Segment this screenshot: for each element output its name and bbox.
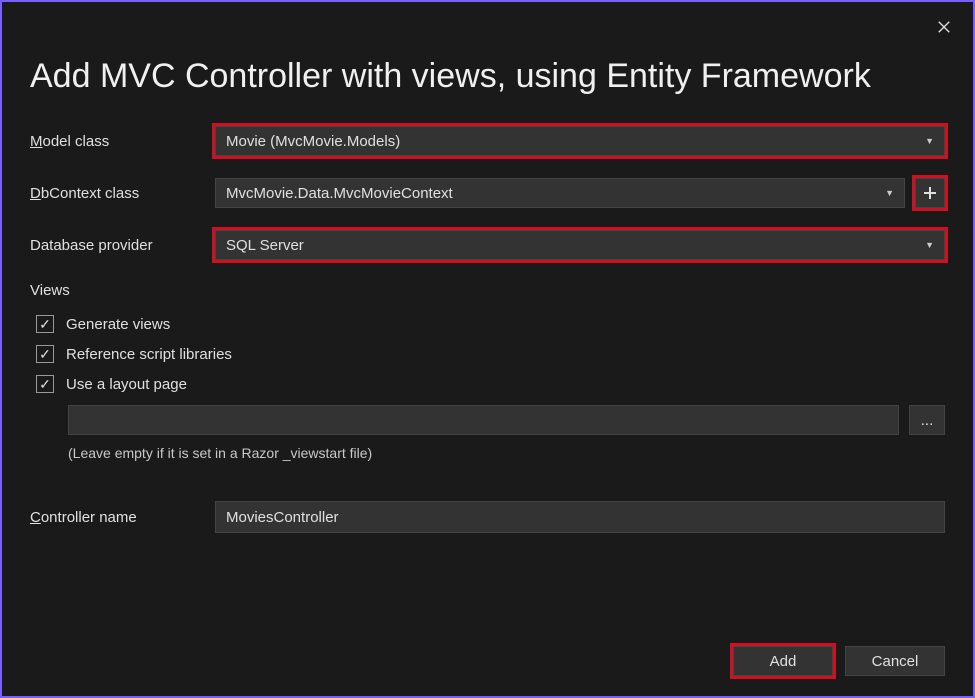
input-controller-name[interactable] [215,501,945,533]
input-layout-path[interactable] [68,405,899,435]
label-reference-libraries[interactable]: Reference script libraries [66,346,232,363]
views-heading: Views [30,282,945,299]
row-controller-name: Controller name [30,501,945,533]
browse-layout-button[interactable]: ... [909,405,945,435]
combo-dbcontext[interactable]: MvcMovie.Data.MvcMovieContext ▼ [215,178,905,208]
layout-hint: (Leave empty if it is set in a Razor _vi… [68,445,945,461]
checkbox-use-layout[interactable] [36,375,54,393]
label-dbcontext: DbContext class [30,185,215,202]
combo-model-class[interactable]: Movie (MvcMovie.Models) ▼ [215,126,945,156]
add-dbcontext-button[interactable] [915,178,945,208]
check-row-generate: Generate views [36,315,945,333]
chevron-down-icon: ▼ [925,136,934,146]
row-dbcontext: DbContext class MvcMovie.Data.MvcMovieCo… [30,178,945,208]
combo-db-provider-value: SQL Server [226,237,304,254]
row-db-provider: Database provider SQL Server ▼ [30,230,945,260]
label-generate-views[interactable]: Generate views [66,316,170,333]
checkbox-generate-views[interactable] [36,315,54,333]
plus-icon [922,185,938,201]
dialog-window: Add MVC Controller with views, using Ent… [0,0,975,698]
combo-model-class-value: Movie (MvcMovie.Models) [226,133,400,150]
combo-dbcontext-value: MvcMovie.Data.MvcMovieContext [226,185,453,202]
close-icon [937,20,951,34]
add-button[interactable]: Add [733,646,833,676]
close-button[interactable] [929,12,959,42]
check-row-reference: Reference script libraries [36,345,945,363]
dialog-footer: Add Cancel [733,646,945,676]
label-model-class: Model class [30,133,215,150]
chevron-down-icon: ▼ [925,240,934,250]
checkbox-reference-libraries[interactable] [36,345,54,363]
chevron-down-icon: ▼ [885,188,894,198]
form-area: Model class Movie (MvcMovie.Models) ▼ Db… [2,126,973,533]
combo-db-provider[interactable]: SQL Server ▼ [215,230,945,260]
row-model-class: Model class Movie (MvcMovie.Models) ▼ [30,126,945,156]
label-use-layout[interactable]: Use a layout page [66,376,187,393]
label-db-provider: Database provider [30,237,215,254]
dialog-title: Add MVC Controller with views, using Ent… [2,2,973,126]
label-controller-name: Controller name [30,509,215,526]
cancel-button[interactable]: Cancel [845,646,945,676]
row-layout-path: ... [68,405,945,435]
check-row-layout: Use a layout page [36,375,945,393]
